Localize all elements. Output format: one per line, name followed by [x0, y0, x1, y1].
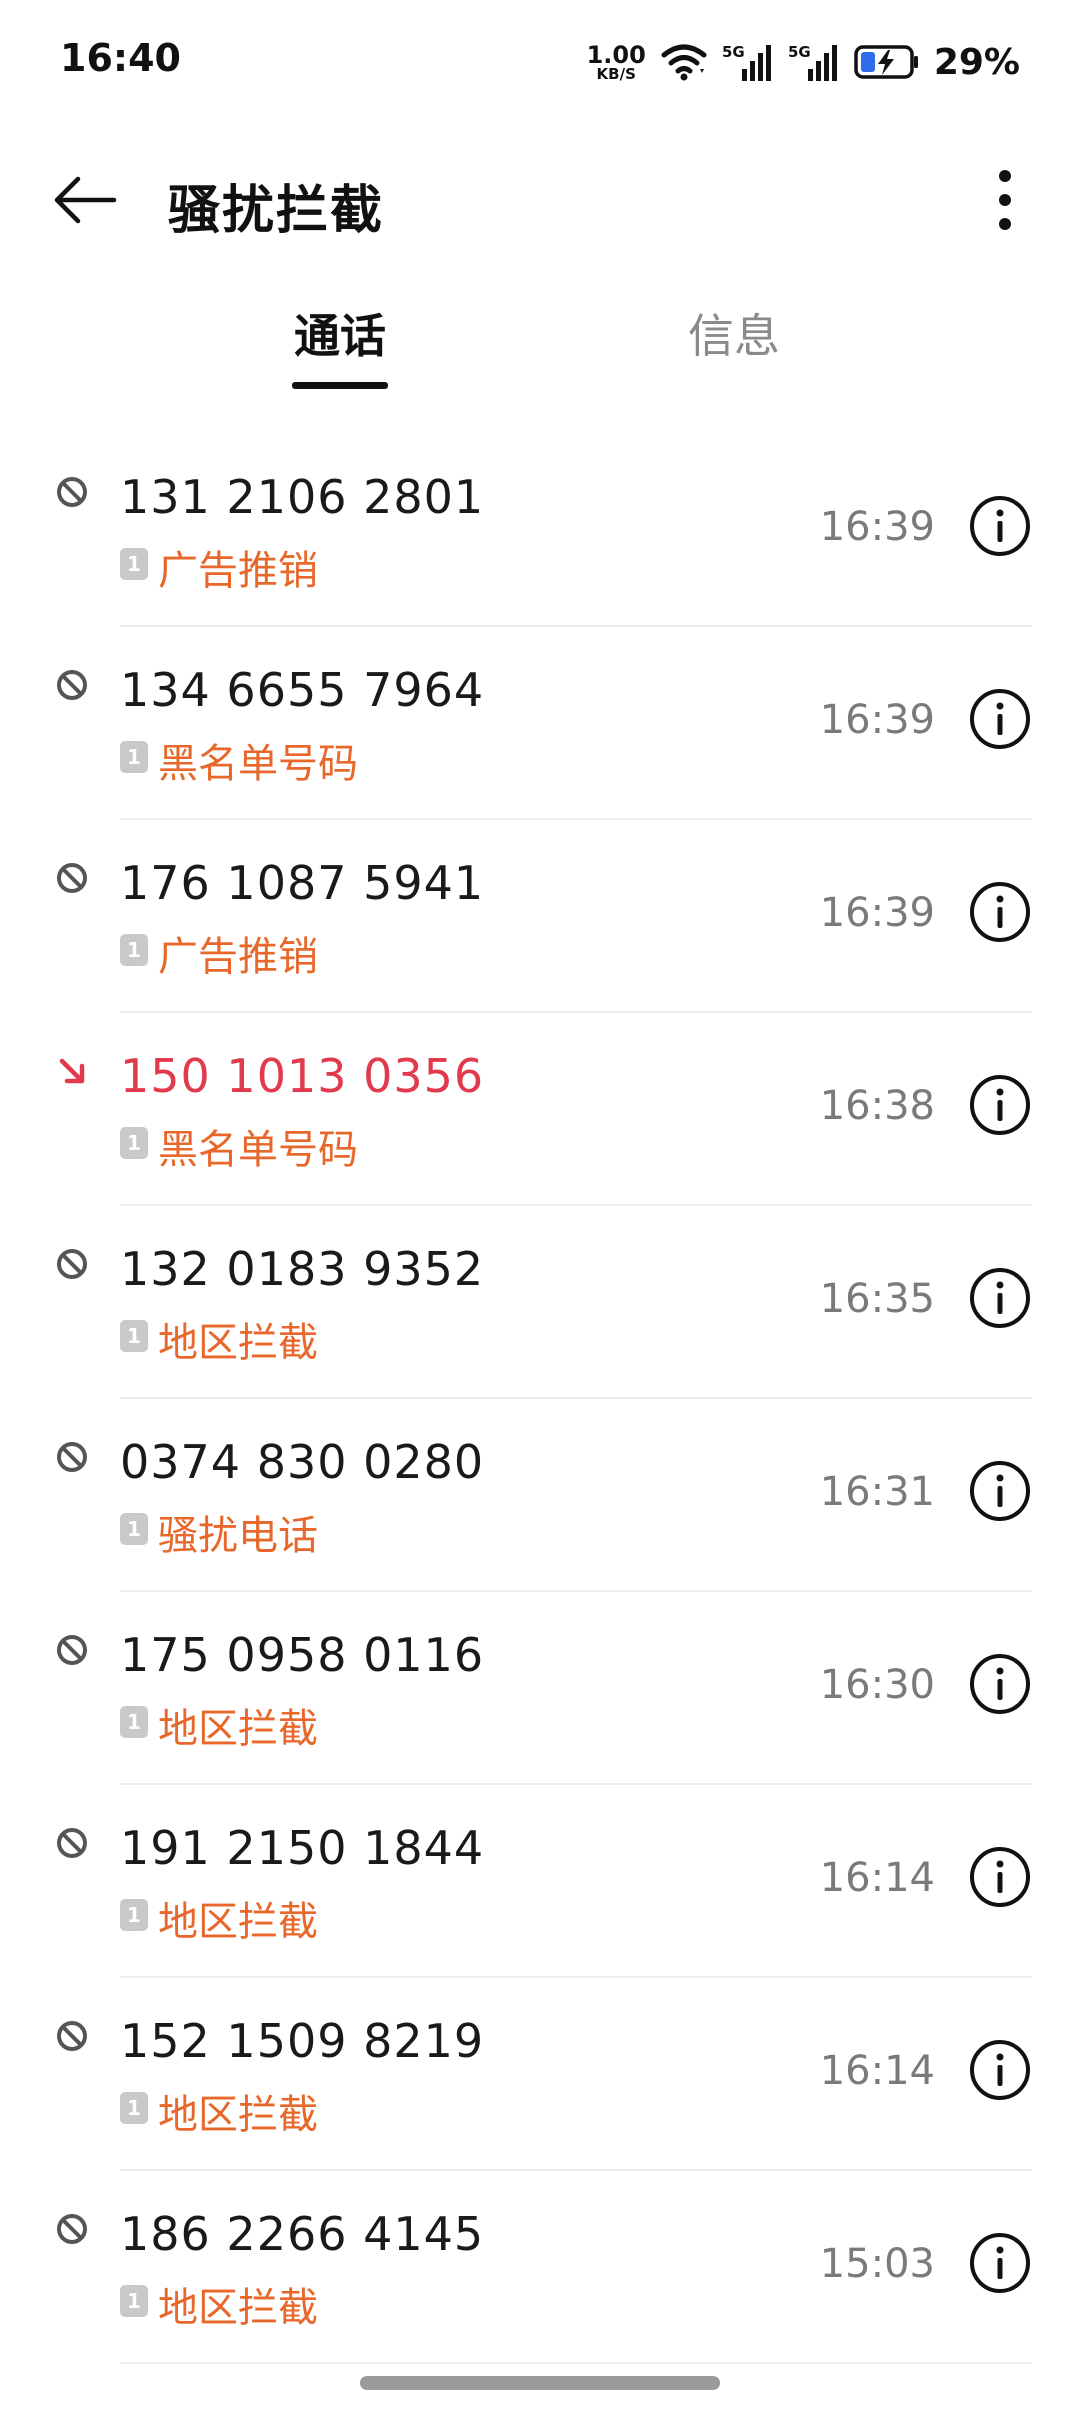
phone-number: 0374 830 0280	[120, 1435, 485, 1489]
block-reason-tag: 地区拦截	[158, 1899, 318, 1945]
call-time: 16:39	[819, 697, 935, 743]
call-time: 16:39	[819, 890, 935, 936]
sim-card-icon: 1	[120, 1513, 148, 1545]
info-icon[interactable]	[968, 880, 1032, 944]
missed-call-icon	[59, 1058, 85, 1084]
info-icon[interactable]	[968, 1459, 1032, 1523]
gesture-navigation-bar[interactable]	[360, 2376, 720, 2390]
info-icon[interactable]	[968, 1845, 1032, 1909]
call-row[interactable]: 131 2106 2801 1 广告推销 16:39	[0, 434, 1080, 627]
tab-messages-label: 信息	[688, 309, 780, 363]
sim-card-icon: 1	[120, 1320, 148, 1352]
blocked-icon	[57, 2214, 87, 2244]
call-time: 16:39	[819, 504, 935, 550]
page: 16:40 1.00 KB/S 5G 5G 29% 骚扰拦截 通话 信息 131…	[0, 0, 1080, 2412]
sim-card-icon: 1	[120, 1899, 148, 1931]
call-row[interactable]: 134 6655 7964 1 黑名单号码 16:39	[0, 627, 1080, 820]
block-reason-tag: 地区拦截	[158, 1706, 318, 1752]
tab-active-indicator	[292, 382, 388, 389]
call-time: 16:14	[819, 2048, 935, 2094]
call-row[interactable]: 152 1509 8219 1 地区拦截 16:14	[0, 1978, 1080, 2171]
battery-charging-icon	[854, 45, 918, 79]
phone-number: 186 2266 4145	[120, 2207, 485, 2261]
phone-number: 152 1509 8219	[120, 2014, 485, 2068]
status-time: 16:40	[60, 36, 181, 80]
blocked-icon	[57, 670, 87, 700]
block-reason-tag: 黑名单号码	[158, 1127, 358, 1173]
tab-calls[interactable]: 通话	[240, 290, 440, 400]
info-icon[interactable]	[968, 1266, 1032, 1330]
app-header: 骚扰拦截	[0, 120, 1080, 280]
sim-card-icon: 1	[120, 548, 148, 580]
info-icon[interactable]	[968, 1073, 1032, 1137]
phone-number: 175 0958 0116	[120, 1628, 485, 1682]
blocked-icon	[57, 1635, 87, 1665]
call-row[interactable]: 191 2150 1844 1 地区拦截 16:14	[0, 1785, 1080, 1978]
call-row[interactable]: 150 1013 0356 1 黑名单号码 16:38	[0, 1013, 1080, 1206]
signal-5g-icon-2: 5G	[788, 43, 837, 81]
battery-percent: 29%	[933, 41, 1020, 83]
sim-card-icon: 1	[120, 2285, 148, 2317]
block-reason-tag: 地区拦截	[158, 1320, 318, 1366]
call-row[interactable]: 176 1087 5941 1 广告推销 16:39	[0, 820, 1080, 1013]
back-button[interactable]	[40, 160, 130, 240]
info-icon[interactable]	[968, 2231, 1032, 2295]
info-icon[interactable]	[968, 687, 1032, 751]
phone-number: 176 1087 5941	[120, 856, 485, 910]
more-vertical-icon	[999, 170, 1011, 230]
status-bar: 16:40 1.00 KB/S 5G 5G 29%	[0, 0, 1080, 120]
call-time: 16:30	[819, 1662, 935, 1708]
block-reason-tag: 地区拦截	[158, 2285, 318, 2331]
call-row[interactable]: 175 0958 0116 1 地区拦截 16:30	[0, 1592, 1080, 1785]
blocked-icon	[57, 477, 87, 507]
sim-card-icon: 1	[120, 1127, 148, 1159]
blocked-icon	[57, 1828, 87, 1858]
call-time: 16:14	[819, 1855, 935, 1901]
phone-number: 134 6655 7964	[120, 663, 485, 717]
network-speed: 1.00 KB/S	[587, 43, 646, 82]
status-icons: 1.00 KB/S 5G 5G 29%	[587, 36, 1020, 88]
phone-number: 131 2106 2801	[120, 470, 485, 524]
phone-number: 191 2150 1844	[120, 1821, 485, 1875]
svg-text:5G: 5G	[722, 43, 745, 61]
more-options-button[interactable]	[970, 156, 1040, 244]
network-speed-unit: KB/S	[596, 64, 636, 83]
info-icon[interactable]	[968, 494, 1032, 558]
call-row[interactable]: 0374 830 0280 1 骚扰电话 16:31	[0, 1399, 1080, 1592]
call-row[interactable]: 132 0183 9352 1 地区拦截 16:35	[0, 1206, 1080, 1399]
info-icon[interactable]	[968, 2038, 1032, 2102]
sim-card-icon: 1	[120, 741, 148, 773]
call-time: 16:31	[819, 1469, 935, 1515]
block-reason-tag: 黑名单号码	[158, 741, 358, 787]
svg-text:5G: 5G	[788, 43, 811, 61]
blocked-call-list: 131 2106 2801 1 广告推销 16:39 134 6655 7964…	[0, 434, 1080, 2364]
block-reason-tag: 骚扰电话	[158, 1513, 318, 1559]
wifi-icon	[661, 44, 707, 81]
call-time: 15:03	[819, 2241, 935, 2287]
tab-bar: 通话 信息	[0, 290, 1080, 400]
blocked-icon	[57, 863, 87, 893]
tab-messages[interactable]: 信息	[634, 290, 834, 400]
call-row[interactable]: 186 2266 4145 1 地区拦截 15:03	[0, 2171, 1080, 2364]
sim-card-icon: 1	[120, 1706, 148, 1738]
block-reason-tag: 地区拦截	[158, 2092, 318, 2138]
blocked-icon	[57, 1442, 87, 1472]
call-time: 16:35	[819, 1276, 935, 1322]
block-reason-tag: 广告推销	[158, 548, 318, 594]
call-time: 16:38	[819, 1083, 935, 1129]
sim-card-icon: 1	[120, 2092, 148, 2124]
info-icon[interactable]	[968, 1652, 1032, 1716]
blocked-icon	[57, 1249, 87, 1279]
network-speed-value: 1.00	[586, 40, 646, 69]
tab-calls-label: 通话	[294, 309, 386, 363]
phone-number: 150 1013 0356	[120, 1049, 485, 1103]
block-reason-tag: 广告推销	[158, 934, 318, 980]
blocked-icon	[57, 2021, 87, 2051]
phone-number: 132 0183 9352	[120, 1242, 485, 1296]
arrow-left-icon	[54, 176, 117, 224]
sim-card-icon: 1	[120, 934, 148, 966]
row-divider	[120, 2362, 1032, 2364]
page-title: 骚扰拦截	[168, 181, 385, 241]
signal-5g-icon: 5G	[722, 43, 771, 81]
